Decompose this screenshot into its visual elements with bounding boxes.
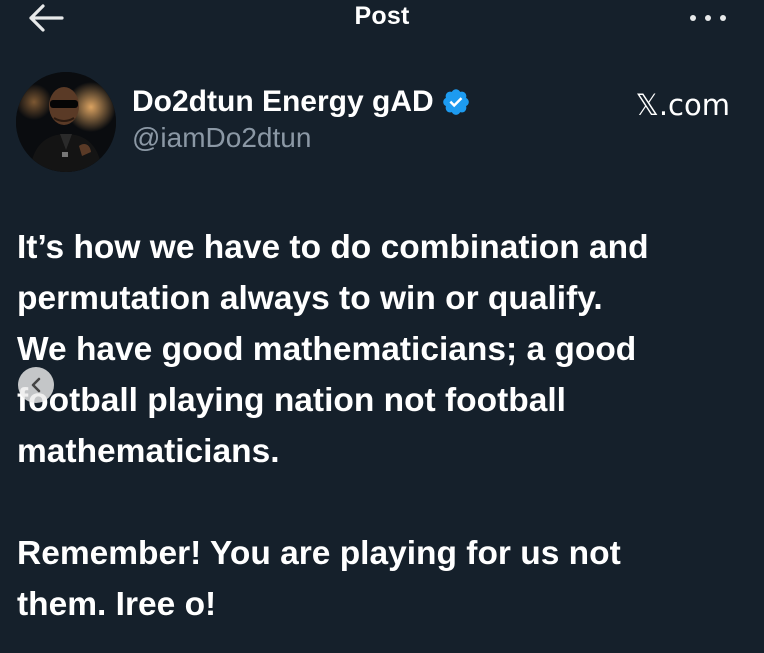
carousel-prev-button[interactable] xyxy=(18,367,54,403)
author-handle[interactable]: @iamDo2dtun xyxy=(132,122,311,154)
more-dot xyxy=(705,15,711,21)
x-watermark: 𝕏.com xyxy=(635,88,730,122)
avatar-photo xyxy=(16,72,116,172)
author-display-name: Do2dtun Energy gAD xyxy=(132,85,434,118)
post-paragraph: Remember! You are playing for us not the… xyxy=(17,535,621,623)
author-name-row[interactable]: Do2dtun Energy gAD xyxy=(132,84,471,120)
avatar[interactable] xyxy=(16,72,116,172)
more-dot xyxy=(720,15,726,21)
page-title: Post xyxy=(354,2,410,30)
verified-badge-icon xyxy=(442,89,469,115)
top-bar: Post xyxy=(0,0,764,40)
post-paragraph: It’s how we have to do combination and p… xyxy=(17,229,649,470)
more-options-button[interactable] xyxy=(684,6,734,30)
more-horizontal-icon xyxy=(690,15,696,21)
chevron-left-icon xyxy=(31,377,41,393)
post-text: It’s how we have to do combination and p… xyxy=(17,222,747,630)
